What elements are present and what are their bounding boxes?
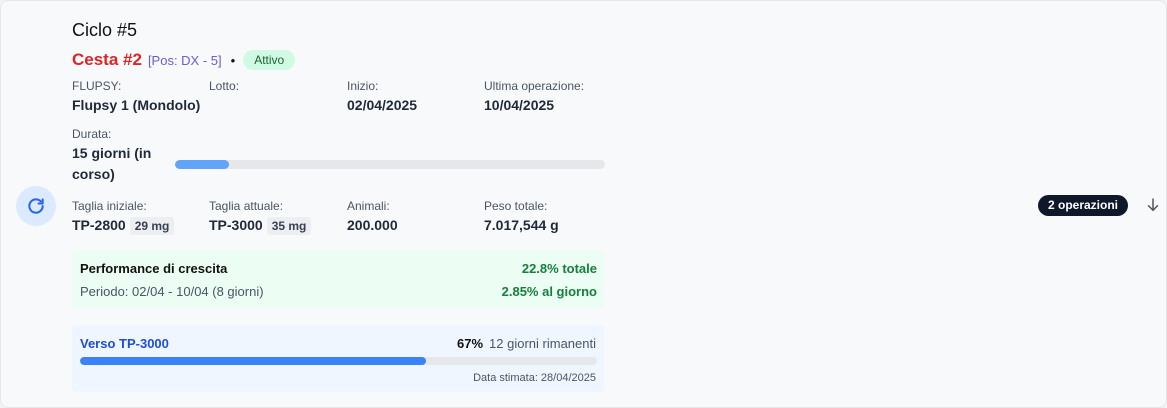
- taglia-attuale-field: Taglia attuale: TP-3000 35 mg: [209, 199, 312, 235]
- lotto-label: Lotto:: [209, 79, 240, 93]
- flupsy-field: FLUPSY: Flupsy 1 (Mondolo): [72, 79, 200, 114]
- growth-total: 22.8% totale: [521, 261, 597, 276]
- ultima-operazione-value: 10/04/2025: [484, 97, 555, 113]
- taglia-attuale-weight: 35 mg: [266, 217, 312, 235]
- flupsy-label: FLUPSY:: [72, 79, 122, 93]
- taglia-iniziale-value: TP-2800: [72, 217, 126, 233]
- ultima-operazione-label: Ultima operazione:: [484, 79, 585, 93]
- taglia-iniziale-field: Taglia iniziale: TP-2800 29 mg: [72, 199, 175, 235]
- lotto-field: Lotto:: [209, 79, 239, 97]
- target-progress-fill: [80, 357, 427, 365]
- growth-performance-title: Performance di crescita: [80, 261, 228, 276]
- growth-performance-panel: Performance di crescita 22.8% totale Per…: [72, 250, 604, 308]
- inizio-field: Inizio: 02/04/2025: [347, 79, 417, 114]
- target-remaining: 12 giorni rimanenti: [489, 336, 596, 351]
- animali-field: Animali: 200.000: [347, 199, 398, 234]
- basket-position: [Pos: DX - 5]: [147, 52, 222, 68]
- animali-value: 200.000: [347, 217, 398, 233]
- duration-label: Durata:: [72, 127, 112, 141]
- ultima-operazione-field: Ultima operazione: 10/04/2025: [484, 79, 584, 114]
- peso-totale-field: Peso totale: 7.017,544 g: [484, 199, 559, 234]
- target-percent: 67%: [457, 336, 484, 351]
- separator-dot: •: [230, 52, 236, 68]
- duration-field: Durata: 15 giorni (in corso): [72, 127, 162, 185]
- target-progress-bar: [80, 357, 597, 365]
- target-size-label: Verso TP-3000: [80, 336, 169, 351]
- flupsy-value: Flupsy 1 (Mondolo): [72, 97, 201, 113]
- operations-count-badge[interactable]: 2 operazioni: [1038, 195, 1129, 216]
- taglia-attuale-value-row: TP-3000 35 mg: [209, 217, 312, 235]
- cycle-card[interactable]: Ciclo #5 Cesta #2 [Pos: DX - 5] • Attivo…: [0, 0, 1167, 408]
- arrow-down-icon[interactable]: [1144, 196, 1162, 214]
- target-progress-summary: 67% 12 giorni rimanenti: [457, 336, 596, 351]
- taglia-iniziale-value-row: TP-2800 29 mg: [72, 217, 175, 235]
- status-badge: Attivo: [243, 50, 296, 70]
- taglia-iniziale-label: Taglia iniziale:: [72, 199, 147, 213]
- duration-progress-bar: [175, 160, 605, 169]
- inizio-value: 02/04/2025: [347, 97, 418, 113]
- animali-label: Animali:: [347, 199, 390, 213]
- duration-value: 15 giorni (in corso): [72, 145, 152, 182]
- taglia-attuale-value: TP-3000: [209, 217, 263, 233]
- growth-period: Periodo: 02/04 - 10/04 (8 giorni): [80, 284, 264, 299]
- refresh-icon: [28, 198, 44, 214]
- peso-totale-label: Peso totale:: [484, 199, 548, 213]
- target-size-panel: Verso TP-3000 67% 12 giorni rimanenti Dat…: [72, 325, 604, 392]
- refresh-button[interactable]: [16, 186, 56, 226]
- peso-totale-value: 7.017,544 g: [484, 217, 559, 233]
- taglia-iniziale-weight: 29 mg: [129, 217, 175, 235]
- basket-row: Cesta #2 [Pos: DX - 5] • Attivo: [72, 50, 296, 70]
- basket-name: Cesta #2: [72, 50, 142, 69]
- inizio-label: Inizio:: [347, 79, 379, 93]
- cycle-title: Ciclo #5: [72, 20, 138, 40]
- duration-progress-fill: [175, 160, 229, 169]
- growth-per-day: 2.85% al giorno: [501, 284, 597, 299]
- target-estimated-date: Data stimata: 28/04/2025: [473, 372, 596, 384]
- taglia-attuale-label: Taglia attuale:: [209, 199, 284, 213]
